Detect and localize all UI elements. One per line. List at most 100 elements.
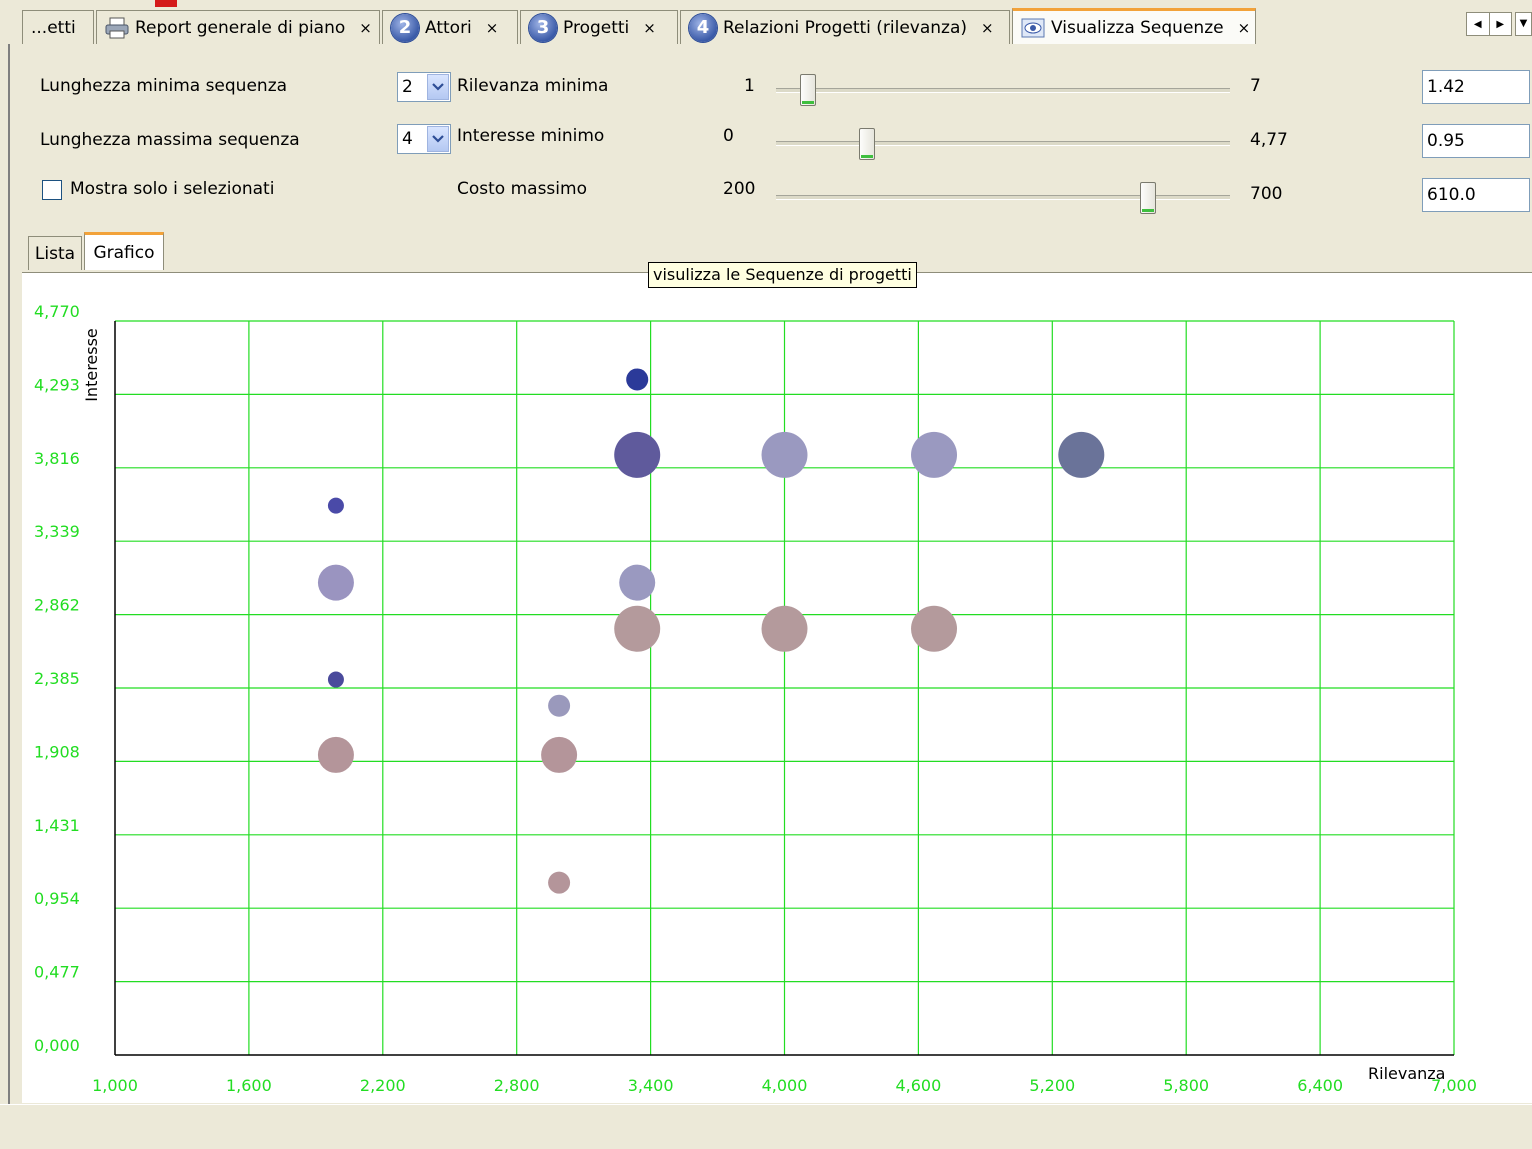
min-length-combo[interactable]: 2	[397, 72, 451, 102]
cost-min: 200	[723, 179, 756, 199]
data-point	[327, 497, 344, 514]
data-point	[548, 694, 571, 717]
tab-grafico[interactable]: Grafico	[84, 232, 164, 270]
x-tick-label: 2,800	[494, 1076, 540, 1095]
y-tick-label: 0,477	[34, 963, 80, 982]
chevron-down-icon[interactable]	[427, 74, 449, 100]
status-bar	[0, 1104, 1532, 1149]
y-tick-label: 2,385	[34, 669, 80, 688]
close-icon[interactable]: ×	[643, 19, 656, 37]
min-length-label: Lunghezza minima sequenza	[40, 76, 288, 96]
chevron-down-icon[interactable]	[427, 126, 449, 152]
x-tick-label: 6,400	[1297, 1076, 1343, 1095]
cost-slider-track[interactable]	[776, 195, 1230, 200]
interest-min: 0	[723, 126, 734, 146]
editor-tab-strip: ...etti Report generale di piano × 2 Att…	[0, 0, 1532, 46]
tab-relazioni-progetti[interactable]: 4 Relazioni Progetti (rilevanza) ×	[680, 10, 1010, 44]
max-length-combo[interactable]: 4	[397, 124, 451, 154]
data-point	[911, 605, 958, 652]
only-selected-label: Mostra solo i selezionati	[70, 179, 275, 199]
close-icon[interactable]: ×	[486, 19, 499, 37]
interest-max: 4,77	[1250, 130, 1288, 150]
x-tick-label: 3,400	[628, 1076, 674, 1095]
x-tick-label: 5,200	[1029, 1076, 1075, 1095]
relevance-input[interactable]	[1422, 70, 1530, 104]
y-tick-label: 2,862	[34, 596, 80, 615]
tab-lista[interactable]: Lista	[28, 236, 82, 270]
tab-label: Progetti	[563, 17, 630, 38]
tab-label: ...etti	[31, 17, 76, 38]
y-tick-label: 0,000	[34, 1036, 80, 1055]
tab-progetti-truncated[interactable]: ...etti	[22, 10, 94, 44]
tab-scroll-buttons: ◀ ▶	[1466, 12, 1512, 36]
data-point	[317, 736, 354, 773]
x-tick-label: 1,600	[226, 1076, 272, 1095]
x-tick-label: 4,000	[762, 1076, 808, 1095]
cost-label: Costo massimo	[457, 179, 587, 199]
tab-visualizza-sequenze[interactable]: Visualizza Sequenze ×	[1012, 8, 1256, 45]
tab-progetti[interactable]: 3 Progetti ×	[520, 10, 678, 44]
y-tick-label: 1,431	[34, 816, 80, 835]
max-length-label: Lunghezza massima sequenza	[40, 130, 300, 150]
tab-list-menu-icon[interactable]: ▼	[1515, 12, 1532, 36]
tab-scroll-left-icon[interactable]: ◀	[1467, 13, 1489, 35]
y-tick-label: 3,339	[34, 522, 80, 541]
scatter-chart: 1,000 1,600 2,200 2,800 3,400 4,000 4,600 5,200…	[34, 302, 1477, 1095]
only-selected-checkbox[interactable]	[42, 180, 62, 200]
close-icon[interactable]: ×	[1238, 19, 1251, 37]
x-tick-label: 4,600	[895, 1076, 941, 1095]
data-point	[614, 605, 661, 652]
tab-scroll-right-icon[interactable]: ▶	[1488, 13, 1512, 35]
data-point	[1058, 431, 1105, 478]
tab-label: Visualizza Sequenze	[1051, 18, 1224, 38]
cost-input[interactable]	[1422, 178, 1530, 212]
number-2-icon: 2	[391, 13, 419, 42]
printer-icon	[105, 17, 129, 39]
tooltip: visulizza le Sequenze di progetti	[648, 262, 917, 288]
y-axis-label: Interesse	[82, 328, 101, 402]
x-tick-label: 5,800	[1163, 1076, 1209, 1095]
interest-input[interactable]	[1422, 124, 1530, 158]
data-point	[541, 736, 578, 773]
y-tick-label: 0,954	[34, 889, 80, 908]
x-tick-label: 2,200	[360, 1076, 406, 1095]
y-tick-label: 4,293	[34, 375, 80, 394]
number-4-icon: 4	[689, 13, 717, 42]
x-axis-label: Rilevanza	[1368, 1064, 1445, 1083]
y-tick-label: 1,908	[34, 742, 80, 761]
y-tick-label: 3,816	[34, 449, 80, 468]
chart-area: 1,000 1,600 2,200 2,800 3,400 4,000 4,600 5,200…	[22, 272, 1532, 1103]
data-point	[614, 431, 661, 478]
relevance-slider-thumb[interactable]	[799, 74, 816, 106]
data-point	[626, 368, 649, 391]
cost-slider-thumb[interactable]	[1140, 182, 1157, 214]
red-marker	[155, 0, 177, 7]
tab-label: Relazioni Progetti (rilevanza)	[723, 17, 968, 38]
close-icon[interactable]: ×	[359, 19, 372, 37]
data-point	[327, 671, 344, 688]
number-3-icon: 3	[529, 13, 557, 42]
interest-label: Interesse minimo	[457, 126, 605, 146]
max-length-value: 4	[402, 129, 413, 149]
tab-label: Grafico	[93, 242, 155, 263]
relevance-slider-track[interactable]	[776, 88, 1230, 93]
cost-max: 700	[1250, 184, 1283, 204]
interest-slider-thumb[interactable]	[858, 128, 875, 160]
relevance-max: 7	[1250, 76, 1261, 96]
tab-attori[interactable]: 2 Attori ×	[382, 10, 518, 44]
data-point	[619, 564, 656, 601]
tab-label: Report generale di piano	[135, 17, 346, 38]
data-point	[317, 564, 354, 601]
interest-slider-track[interactable]	[776, 141, 1230, 146]
data-point	[548, 871, 571, 894]
close-icon[interactable]: ×	[981, 19, 994, 37]
tab-report-generale[interactable]: Report generale di piano ×	[96, 10, 380, 44]
tab-label: Lista	[34, 243, 76, 264]
data-point	[761, 605, 808, 652]
relevance-min: 1	[744, 76, 755, 96]
data-point	[911, 431, 958, 478]
min-length-value: 2	[402, 77, 413, 97]
data-point	[761, 431, 808, 478]
relevance-label: Rilevanza minima	[457, 76, 609, 96]
tab-label: Attori	[425, 17, 472, 38]
